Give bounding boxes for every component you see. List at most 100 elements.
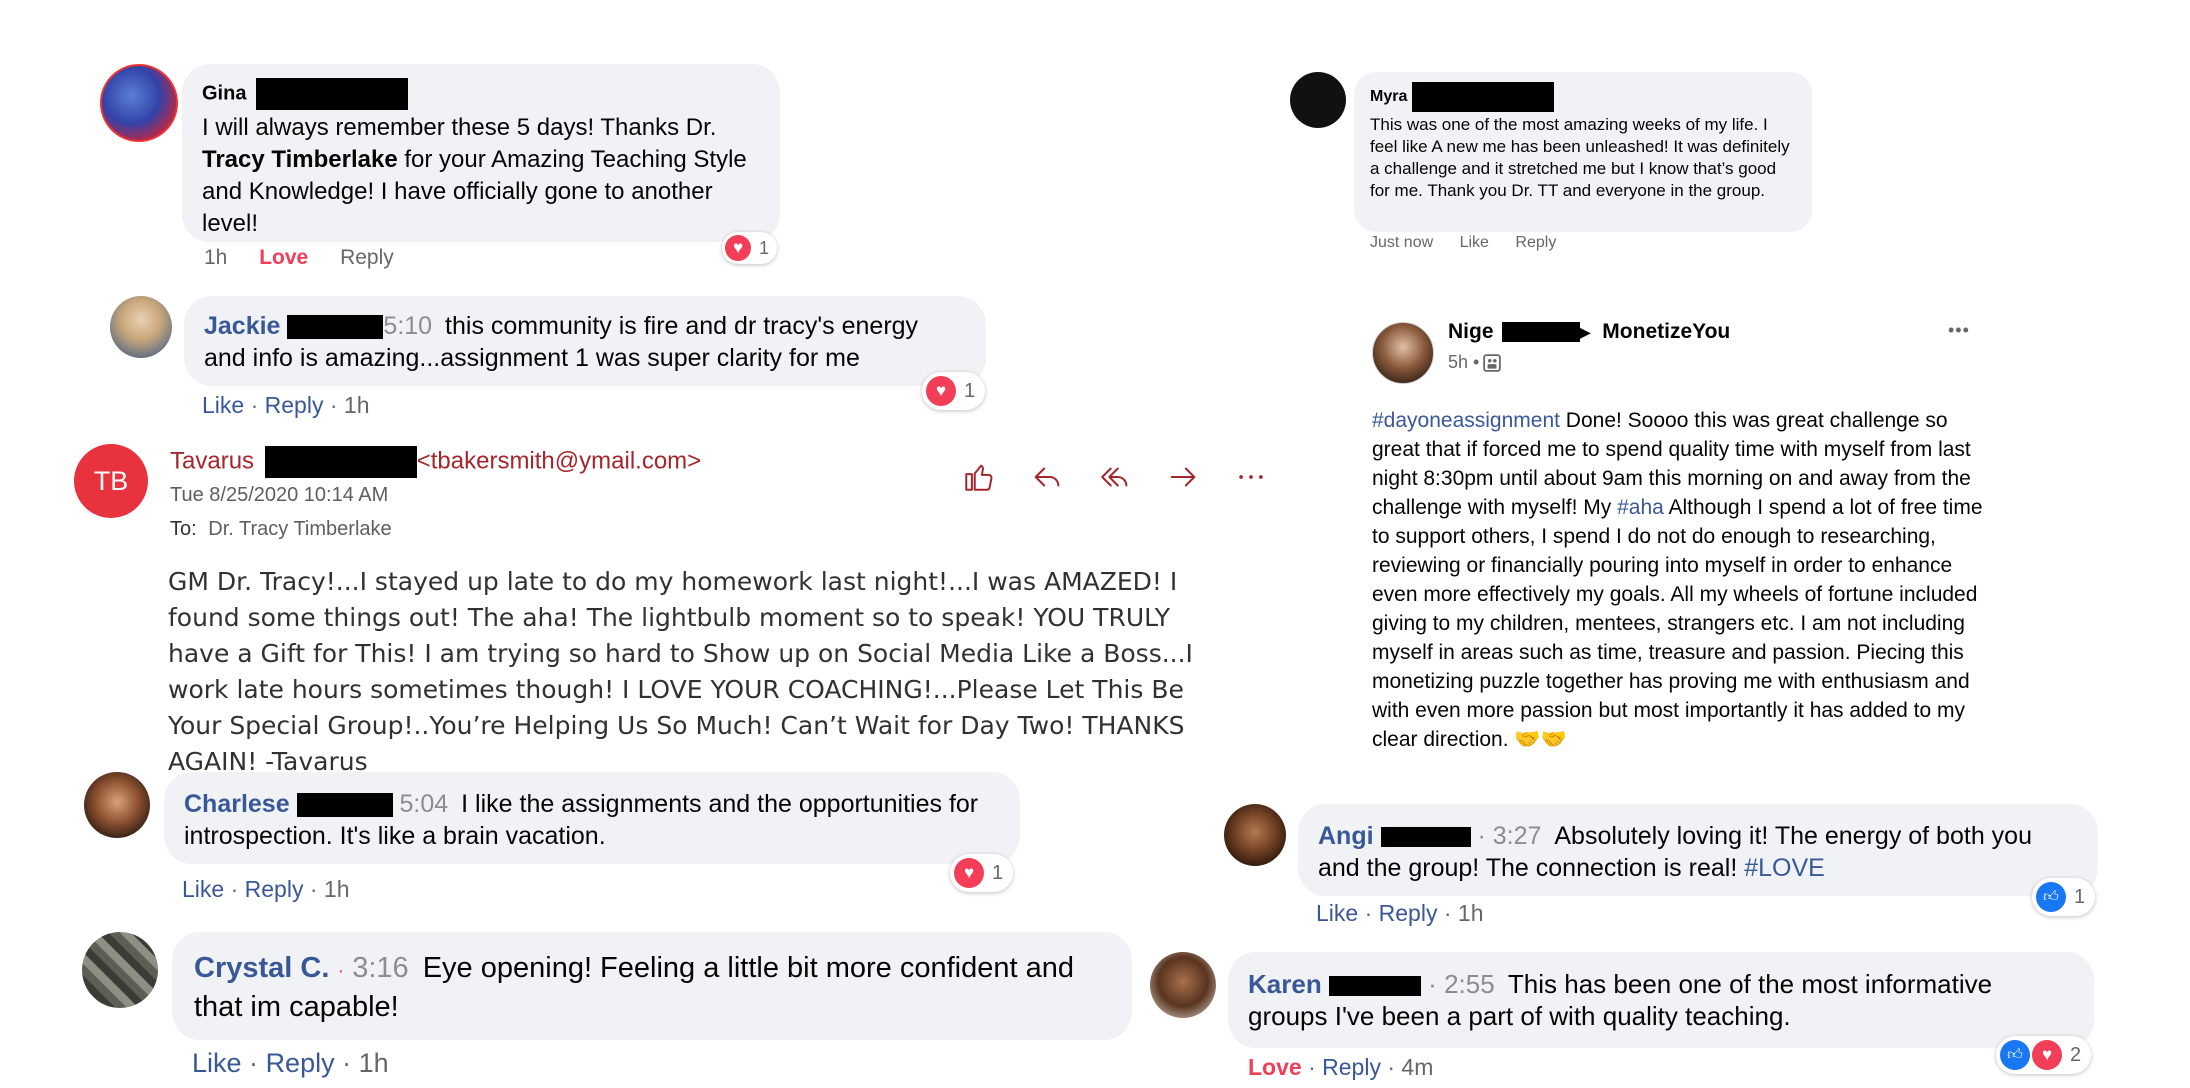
commenter-name[interactable]: Jackie — [204, 312, 280, 340]
email-body: GM Dr. Tracy!...I stayed up late to do m… — [168, 567, 1193, 776]
reply-button[interactable]: Reply — [265, 392, 324, 418]
separator: · — [329, 392, 338, 418]
comment-time: 3:27 — [1492, 822, 1542, 850]
email-date: Tue 8/25/2020 10:14 AM — [170, 484, 389, 506]
comment-age: 1h — [323, 876, 350, 902]
comment-bubble-crystal: Crystal C. · 3:16 Eye opening! Feeling a… — [172, 932, 1132, 1040]
hashtag-link[interactable]: #dayoneassignment — [1372, 409, 1560, 432]
reaction-count: 2 — [2070, 1043, 2082, 1066]
comment-actions-crystal: Like · Reply · 1h — [192, 1048, 389, 1079]
like-button[interactable]: Like — [1316, 900, 1358, 926]
love-button[interactable]: Love — [259, 246, 308, 269]
reaction-summary-jackie[interactable]: ♥ 1 — [922, 372, 986, 410]
separator: · — [1387, 1054, 1396, 1080]
separator: · — [249, 1048, 259, 1078]
reply-button[interactable]: Reply — [245, 876, 304, 902]
comment-age: Just now — [1370, 234, 1434, 251]
sender-name[interactable]: Tavarus — [170, 447, 254, 474]
reply-button[interactable]: Reply — [266, 1048, 335, 1078]
group-name[interactable]: MonetizeYou — [1602, 320, 1730, 344]
commenter-name[interactable]: Crystal C. — [194, 952, 329, 984]
post-text-part: Although I spend a lot of free time to s… — [1372, 496, 1983, 751]
reply-button[interactable]: Reply — [340, 246, 394, 269]
reply-button[interactable]: Reply — [1322, 1054, 1381, 1080]
thumbs-up-icon[interactable] — [962, 460, 996, 494]
redacted-surname — [1501, 322, 1580, 342]
recipient-name[interactable]: Dr. Tracy Timberlake — [208, 518, 391, 540]
comment-time: 2:55 — [1444, 969, 1495, 999]
reaction-summary-karen[interactable]: 👍︎ ♥ 2 — [1996, 1036, 2092, 1074]
avatar-initials: TB — [93, 465, 129, 496]
like-button[interactable]: Like — [182, 876, 224, 902]
like-button[interactable]: Like — [1460, 234, 1489, 251]
heart-icon: ♥ — [2032, 1040, 2062, 1070]
reply-icon[interactable] — [1030, 460, 1064, 494]
reply-button[interactable]: Reply — [1379, 900, 1438, 926]
handshake-emoji: 🤝🤝 — [1514, 728, 1567, 751]
comment-age: 1h — [343, 392, 370, 418]
sender-address[interactable]: <tbakersmith@ymail.com> — [417, 447, 701, 474]
comment-text-part: I will always remember these 5 days! Tha… — [202, 114, 717, 141]
avatar-nige[interactable] — [1372, 322, 1434, 384]
forward-icon[interactable] — [1166, 460, 1200, 494]
separator: · — [1308, 1054, 1316, 1080]
comment-time: 5:10 — [383, 312, 433, 340]
comment-header: Myra — [1370, 82, 1796, 112]
separator: · — [337, 960, 345, 982]
separator: · — [342, 1048, 352, 1078]
comment-bubble-angi: Angi · 3:27 Absolutely loving it! The en… — [1298, 804, 2098, 896]
reaction-summary-angi[interactable]: 👍︎ 1 — [2032, 878, 2096, 916]
reply-all-icon[interactable] — [1098, 460, 1132, 494]
commenter-name[interactable]: Karen — [1248, 969, 1322, 999]
love-button[interactable]: Love — [1248, 1054, 1302, 1080]
mention-link[interactable]: Tracy Timberlake — [202, 146, 398, 173]
comment-actions-jackie: Like · Reply · 1h — [202, 392, 370, 419]
comment-age: 1h — [358, 1048, 389, 1078]
comment-actions-myra: Just now Like Reply — [1370, 234, 1556, 252]
post-age[interactable]: 5h • — [1448, 352, 1479, 373]
comment-actions-angi: Like · Reply · 1h — [1316, 900, 1484, 927]
poster-name[interactable]: Nige — [1448, 320, 1494, 344]
sender-avatar[interactable]: TB — [74, 444, 148, 518]
comment-actions-karen: Love · Reply · 4m — [1248, 1054, 1433, 1081]
redacted-surname — [1380, 827, 1471, 848]
comment-age: 1h — [1457, 900, 1484, 926]
avatar-crystal[interactable] — [82, 932, 158, 1008]
comment-text: This was one of the most amazing weeks o… — [1370, 115, 1790, 200]
commenter-name[interactable]: Gina — [202, 82, 246, 104]
separator: · — [309, 876, 318, 902]
avatar-jackie[interactable] — [110, 296, 172, 358]
like-button[interactable]: Like — [202, 392, 244, 418]
comment-time: 5:04 — [399, 790, 449, 818]
comment-bubble-karen: Karen · 2:55 This has been one of the mo… — [1228, 952, 2094, 1048]
email-toolbar — [962, 460, 1268, 494]
reaction-summary-gina[interactable]: ♥ 1 — [722, 232, 778, 264]
comment-bubble-charlese: Charlese 5:04 I like the assignments and… — [164, 772, 1020, 864]
commenter-name[interactable]: Charlese — [184, 790, 290, 818]
comment-bubble-myra: Myra This was one of the most amazing we… — [1354, 72, 1812, 232]
avatar-myra[interactable] — [1290, 72, 1346, 128]
separator: · — [1443, 900, 1452, 926]
reaction-count: 1 — [964, 379, 976, 402]
more-icon[interactable] — [1234, 460, 1268, 494]
commenter-name[interactable]: Myra — [1370, 88, 1407, 105]
reply-button[interactable]: Reply — [1515, 234, 1556, 251]
reaction-count: 1 — [992, 861, 1004, 884]
hashtag-link[interactable]: #LOVE — [1744, 854, 1825, 882]
avatar-gina[interactable] — [100, 64, 178, 142]
avatar-karen[interactable] — [1150, 952, 1216, 1018]
like-button[interactable]: Like — [192, 1048, 242, 1078]
reaction-summary-charlese[interactable]: ♥ 1 — [950, 854, 1014, 892]
comment-header: Gina — [202, 78, 760, 110]
commenter-name[interactable]: Angi — [1318, 822, 1374, 850]
heart-icon: ♥ — [725, 235, 751, 261]
group-privacy-icon — [1483, 353, 1502, 372]
post-more-button[interactable]: ••• — [1948, 320, 1970, 341]
hashtag-link[interactable]: #aha — [1617, 496, 1664, 519]
like-reaction-icon: 👍︎ — [2000, 1040, 2030, 1070]
avatar-charlese[interactable] — [84, 772, 150, 838]
avatar-angi[interactable] — [1224, 804, 1286, 866]
redacted-surname — [296, 793, 393, 818]
separator: · — [1428, 969, 1437, 999]
comment-actions-gina: 1h Love Reply — [204, 246, 394, 270]
